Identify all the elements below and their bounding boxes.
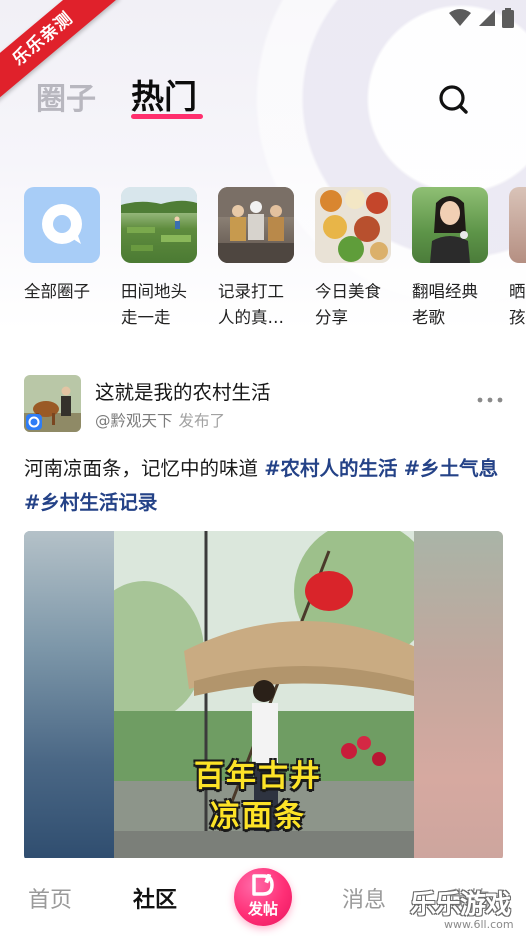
post-body[interactable]: 河南凉面条，记忆中的味道 #农村人的生活 #乡土气息 #乡村生活记录 (24, 452, 504, 520)
hashtag-link[interactable]: #乡村生活记录 (24, 491, 157, 514)
circle-item-songs[interactable]: 翻唱经典 老歌 (412, 187, 492, 331)
circle-category-list: 全部圈子 田间地头 走一走 记录打工 人的真… 今日美食 分享 翻唱经典 老歌 … (0, 187, 526, 337)
top-header: 圈子 热门 (0, 66, 526, 126)
active-tab-indicator (131, 114, 203, 119)
circle-label: 今日美食 分享 (315, 282, 381, 327)
singer-thumbnail (412, 187, 488, 263)
circle-item-food[interactable]: 今日美食 分享 (315, 187, 395, 331)
app-screen: 乐乐亲测 圈子 热门 全部圈子 田间地头 走一走 记录打工 人的真… 今日美食 … (0, 0, 526, 936)
watermark-url: www.6ll.com (444, 918, 514, 931)
video-caption: 百年古井 凉面条 (194, 757, 322, 837)
all-circles-thumbnail (24, 187, 100, 263)
post-title[interactable]: 这就是我的农村生活 (95, 376, 271, 405)
workers-image (218, 187, 294, 263)
blurred-right-panel (413, 531, 503, 861)
watermark-text: 乐乐游戏 (410, 890, 511, 920)
post-button-label: 发帖 (247, 900, 278, 918)
site-watermark: 乐乐游戏 www.6ll.com (410, 884, 526, 936)
food-thumbnail (315, 187, 391, 263)
caption-line: 百年古井 (194, 759, 322, 794)
nav-home[interactable]: 首页 (28, 882, 72, 914)
wifi-icon (449, 9, 471, 26)
tab-hot[interactable]: 热门 (131, 70, 197, 118)
kids-thumbnail (509, 187, 526, 263)
blurred-left-panel (24, 531, 114, 861)
circle-label: 记录打工 人的真… (218, 282, 284, 327)
avatar[interactable] (24, 375, 81, 432)
circle-item-workers[interactable]: 记录打工 人的真… (218, 187, 298, 331)
workers-thumbnail (218, 187, 294, 263)
chat-bubble-icon (42, 204, 82, 244)
battery-icon (502, 8, 514, 28)
field-image (121, 187, 197, 251)
circle-label: 翻唱经典 老歌 (412, 282, 478, 327)
hashtag-link[interactable]: #农村人的生活 (264, 457, 397, 480)
post-logo-icon (252, 874, 274, 896)
circle-badge-icon (26, 414, 42, 430)
nav-messages[interactable]: 消息 (342, 882, 386, 914)
dishes-image (320, 189, 388, 262)
circle-item-kids[interactable]: 晒 孩 (509, 187, 526, 331)
tab-circles[interactable]: 圈子 (36, 74, 96, 118)
signal-icon (479, 10, 495, 26)
caption-line: 凉面条 (210, 799, 306, 834)
circle-item-all[interactable]: 全部圈子 (24, 187, 104, 305)
circle-label: 田间地头 走一走 (121, 282, 187, 327)
status-bar (448, 8, 514, 28)
farm-thumbnail (121, 187, 197, 263)
circle-item-farm[interactable]: 田间地头 走一走 (121, 187, 201, 331)
hashtag-link[interactable]: #乡土气息 (404, 457, 498, 480)
post-author-line: @黔观天下 发布了 (95, 409, 225, 431)
post-text: 河南凉面条，记忆中的味道 (24, 457, 265, 480)
more-options-icon[interactable] (476, 390, 504, 410)
singer-image (430, 196, 470, 263)
circle-label: 全部圈子 (24, 282, 90, 301)
video-preview[interactable]: 百年古井 凉面条 (24, 531, 503, 861)
search-icon[interactable] (436, 82, 470, 116)
nav-community[interactable]: 社区 (133, 882, 177, 914)
circle-label: 晒 孩 (509, 282, 526, 327)
author-name[interactable]: @黔观天下 (95, 412, 173, 430)
post-button[interactable]: 发帖 (234, 868, 292, 926)
post-action-text: 发布了 (178, 412, 226, 430)
